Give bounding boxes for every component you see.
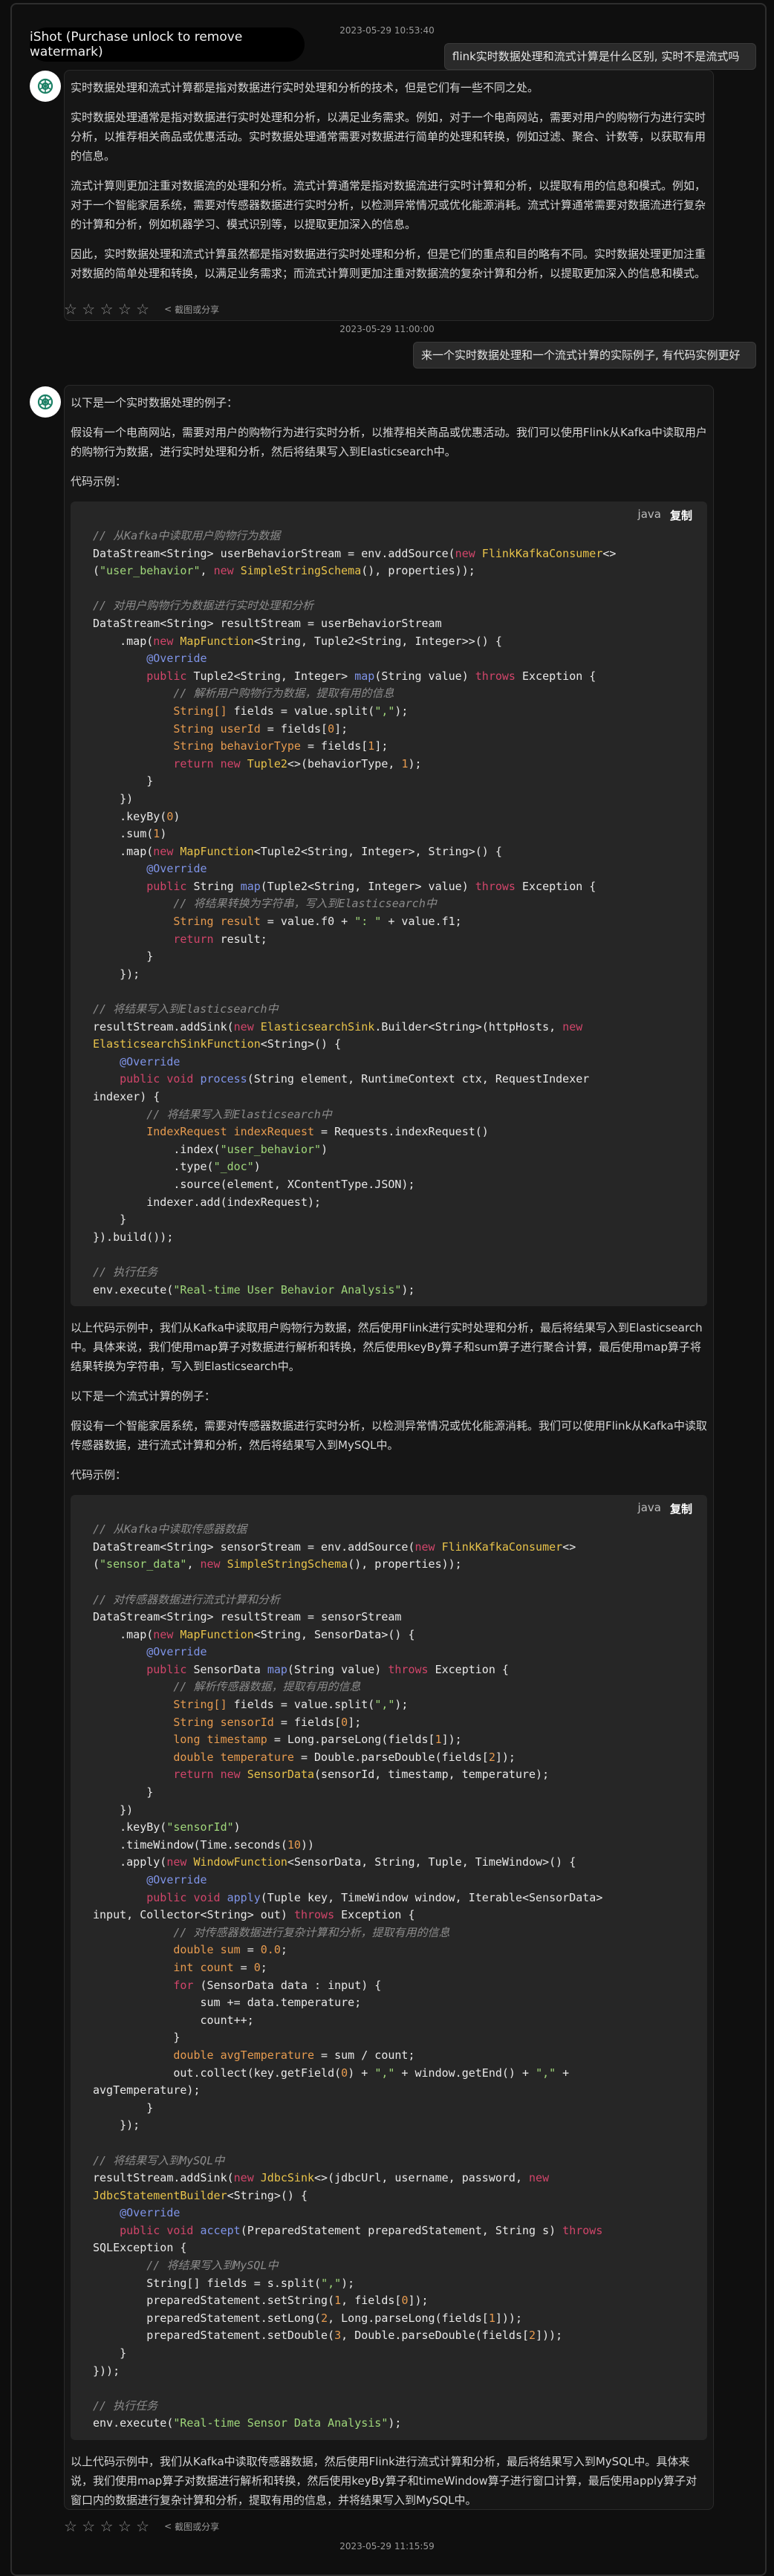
share-label: 截图或分享 [175,2521,220,2532]
user-message: 来一个实时数据处理和一个流式计算的实际例子, 有代码实例更好 [413,342,756,369]
openai-logo-icon [37,78,53,94]
assistant-avatar [30,386,61,418]
code-content: // 从Kafka中读取传感器数据 DataStream<String> sen… [93,1522,603,2430]
share-button[interactable]: < 截图或分享 [164,303,219,316]
share-label: 截图或分享 [175,304,220,315]
assistant-message: 以下是一个实时数据处理的例子： 假设有一个电商网站，需要对用户的购物行为进行实时… [64,385,714,2510]
answer-paragraph: 以上代码示例中，我们从Kafka中读取传感器数据，然后使用Flink进行流式计算… [71,2455,697,2507]
share-icon: < [164,2521,172,2531]
answer-intro: 以下是一个流式计算的例子： [71,1389,216,1404]
openai-logo-icon [37,394,53,410]
copy-button[interactable]: 复制 [670,507,692,523]
code-block: java 复制 // 从Kafka中读取用户购物行为数据 DataStream<S… [71,502,707,1307]
code-label: 代码示例： [71,475,127,488]
copy-button[interactable]: 复制 [670,1501,692,1516]
code-content: // 从Kafka中读取用户购物行为数据 DataStream<String> … [93,529,617,1297]
code-label: 代码示例： [71,1468,127,1482]
timestamp: 2023-05-29 11:00:00 [339,324,435,334]
answer-paragraph: 实时数据处理通常是指对数据进行实时处理和分析，以满足业务需求。例如，对于一个电商… [71,111,706,163]
timestamp: 2023-05-29 11:15:59 [339,2541,435,2551]
user-message: flink实时数据处理和流式计算是什么区别, 实时不是流式吗 [444,43,756,70]
code-language: java [637,507,661,521]
answer-paragraph: 假设有一个智能家居系统，需要对传感器数据进行实时分析，以检测异常情况或优化能源消… [71,1419,707,1453]
rating-row: ☆ ☆ ☆ ☆ ☆ < 截图或分享 [64,300,219,318]
assistant-message: 实时数据处理和流式计算都是指对数据进行实时处理和分析的技术，但是它们有一些不同之… [64,70,714,321]
rating-stars[interactable]: ☆ ☆ ☆ ☆ ☆ [64,300,149,318]
rating-row: ☆ ☆ ☆ ☆ ☆ < 截图或分享 [64,2517,219,2535]
assistant-avatar [30,71,61,102]
share-icon: < [164,304,172,314]
code-language: java [637,1501,661,1515]
answer-paragraph: 流式计算则更加注重对数据流的处理和分析。流式计算通常是指对数据流进行实时计算和分… [71,179,706,231]
answer-paragraph: 实时数据处理和流式计算都是指对数据进行实时处理和分析的技术，但是它们有一些不同之… [71,81,539,94]
answer-paragraph: 因此，实时数据处理和流式计算虽然都是指对数据进行实时处理和分析，但是它们的重点和… [71,247,706,280]
share-button[interactable]: < 截图或分享 [164,2520,219,2533]
code-block: java 复制 // 从Kafka中读取传感器数据 DataStream<Stri… [71,1495,707,2440]
answer-paragraph: 以上代码示例中，我们从Kafka中读取用户购物行为数据，然后使用Flink进行实… [71,1321,703,1374]
answer-paragraph: 假设有一个电商网站，需要对用户的购物行为进行实时分析，以推荐相关商品或优惠活动。… [71,426,707,458]
rating-stars[interactable]: ☆ ☆ ☆ ☆ ☆ [64,2517,149,2535]
watermark-banner: iShot (Purchase unlock to remove waterma… [30,27,305,62]
answer-intro: 以下是一个实时数据处理的例子： [71,396,238,409]
